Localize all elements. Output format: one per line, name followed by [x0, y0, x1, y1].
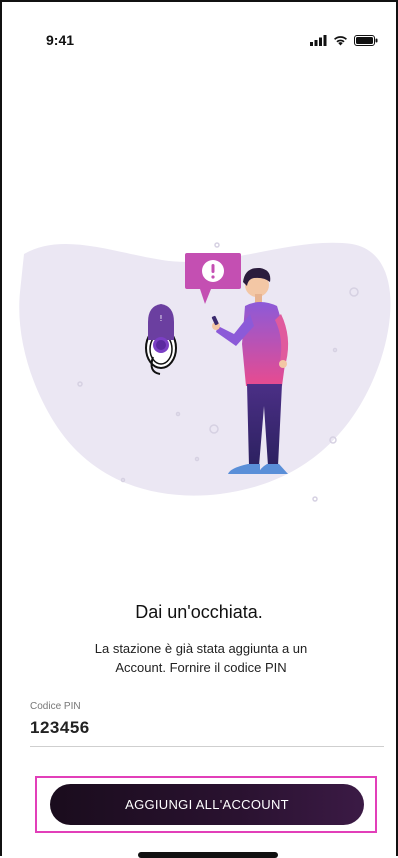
charger-icon: ! [145, 304, 177, 375]
wifi-icon [333, 33, 348, 51]
battery-icon [354, 33, 378, 51]
status-bar: 9:41 [2, 2, 396, 62]
subtitle-line: Account. Fornire il codice PIN [115, 660, 287, 675]
pin-field-label: Codice PIN [30, 701, 81, 712]
pin-input-underline [30, 746, 384, 747]
subtitle-line: La stazione è già stata aggiunta a un [94, 641, 308, 656]
cellular-signal-icon [310, 33, 327, 51]
home-indicator [138, 852, 278, 858]
add-to-account-button[interactable]: AGGIUNGI ALL'ACCOUNT [50, 784, 364, 825]
status-icons [310, 33, 378, 51]
page-title: Dai un'occhiata. [135, 602, 263, 622]
illustration: ! [2, 222, 398, 522]
app-screen: 9:41 ! Dai un'occhiata. La stazione è gi… [0, 0, 398, 858]
pin-input[interactable]: 123456 [30, 718, 90, 738]
page-subtitle: La stazione è già stata aggiunta a un Ac… [72, 639, 330, 677]
svg-text:!: ! [159, 314, 162, 323]
status-time: 9:41 [46, 32, 75, 48]
